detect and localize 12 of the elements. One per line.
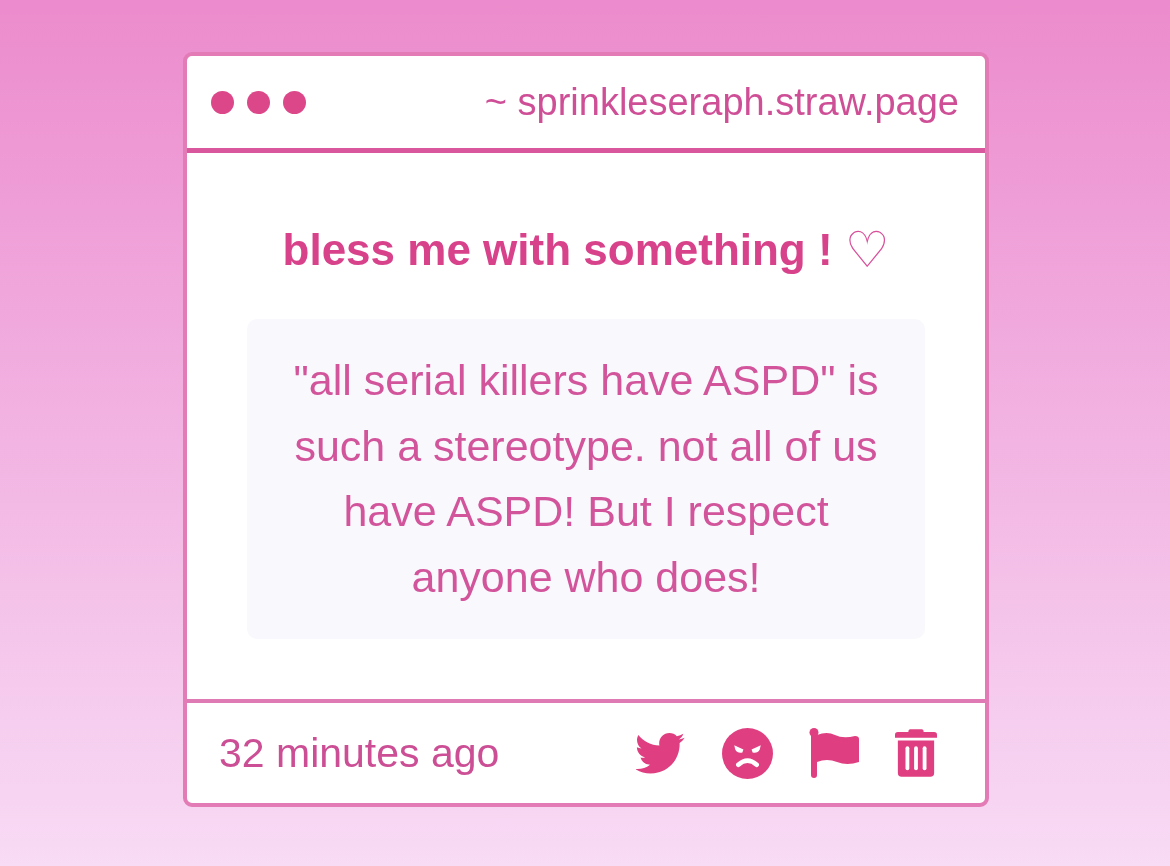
heart-symbol: ♡	[844, 225, 890, 275]
trash-icon[interactable]	[895, 729, 937, 777]
flag-icon[interactable]	[809, 728, 859, 778]
window-dot-icon	[247, 90, 270, 114]
bird-icon[interactable]	[636, 732, 686, 774]
window-dot-icon	[283, 90, 306, 114]
message-text: "all serial killers have ASPD" is such a stereotype. not all of us have ASPD! But I respect anyone who does!	[292, 355, 880, 603]
timestamp: 32 minutes ago	[219, 729, 500, 777]
angry-face-icon[interactable]	[722, 727, 773, 779]
page-address: ~ sprinkleseraph.straw.page	[484, 80, 959, 124]
prompt-title: bless me with something !	[282, 225, 833, 275]
window-dot-icon	[211, 90, 234, 114]
